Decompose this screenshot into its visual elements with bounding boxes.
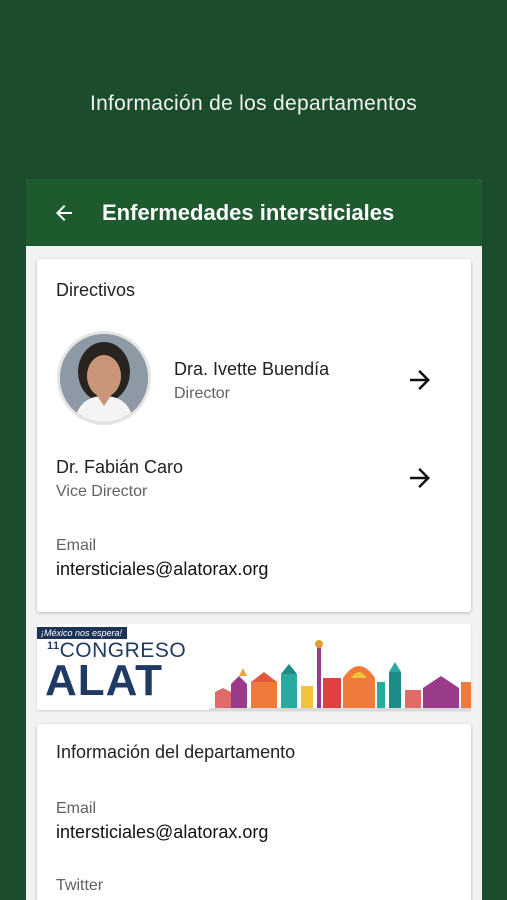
panel-header: Enfermedades intersticiales xyxy=(26,179,482,246)
header-title: Enfermedades intersticiales xyxy=(102,199,395,225)
directivos-title: Directivos xyxy=(56,280,136,300)
banner-tagline: ¡México nos espera! xyxy=(37,627,128,639)
vice-director-row[interactable]: Dr. Fabián Caro Vice Director xyxy=(37,449,471,509)
email-label: Email xyxy=(56,800,97,817)
department-panel: Enfermedades intersticiales Directivos D… xyxy=(26,179,482,900)
banner-number: 11 xyxy=(47,640,60,652)
email-label: Email xyxy=(56,537,97,554)
department-info-title: Información del departamento xyxy=(56,742,296,762)
arrow-right-icon[interactable] xyxy=(405,365,435,395)
back-button[interactable] xyxy=(26,179,102,246)
page-title: Información de los departamentos xyxy=(89,92,418,115)
banner-alat: ALAT xyxy=(45,656,164,705)
twitter-label: Twitter xyxy=(56,877,104,894)
congress-banner[interactable]: ¡México nos espera! 11CONGRESO ALAT xyxy=(37,624,471,710)
email-value[interactable]: intersticiales@alatorax.org xyxy=(56,822,268,843)
director-photo xyxy=(60,334,148,422)
department-info-card: Información del departamento Email inter… xyxy=(37,724,471,900)
vice-director-role: Vice Director xyxy=(56,483,148,500)
email-value[interactable]: intersticiales@alatorax.org xyxy=(56,559,268,580)
director-name: Dra. Ivette Buendía xyxy=(174,359,330,379)
director-role: Director xyxy=(174,385,231,402)
arrow-right-icon[interactable] xyxy=(405,463,435,493)
arrow-left-icon xyxy=(56,204,72,221)
directivos-card: Directivos Dra. Ivette Buendía Director … xyxy=(37,259,471,612)
mexico-skyline-illustration xyxy=(209,640,471,710)
vice-director-name: Dr. Fabián Caro xyxy=(56,457,184,477)
avatar xyxy=(57,331,151,425)
director-row[interactable]: Dra. Ivette Buendía Director xyxy=(37,331,471,429)
